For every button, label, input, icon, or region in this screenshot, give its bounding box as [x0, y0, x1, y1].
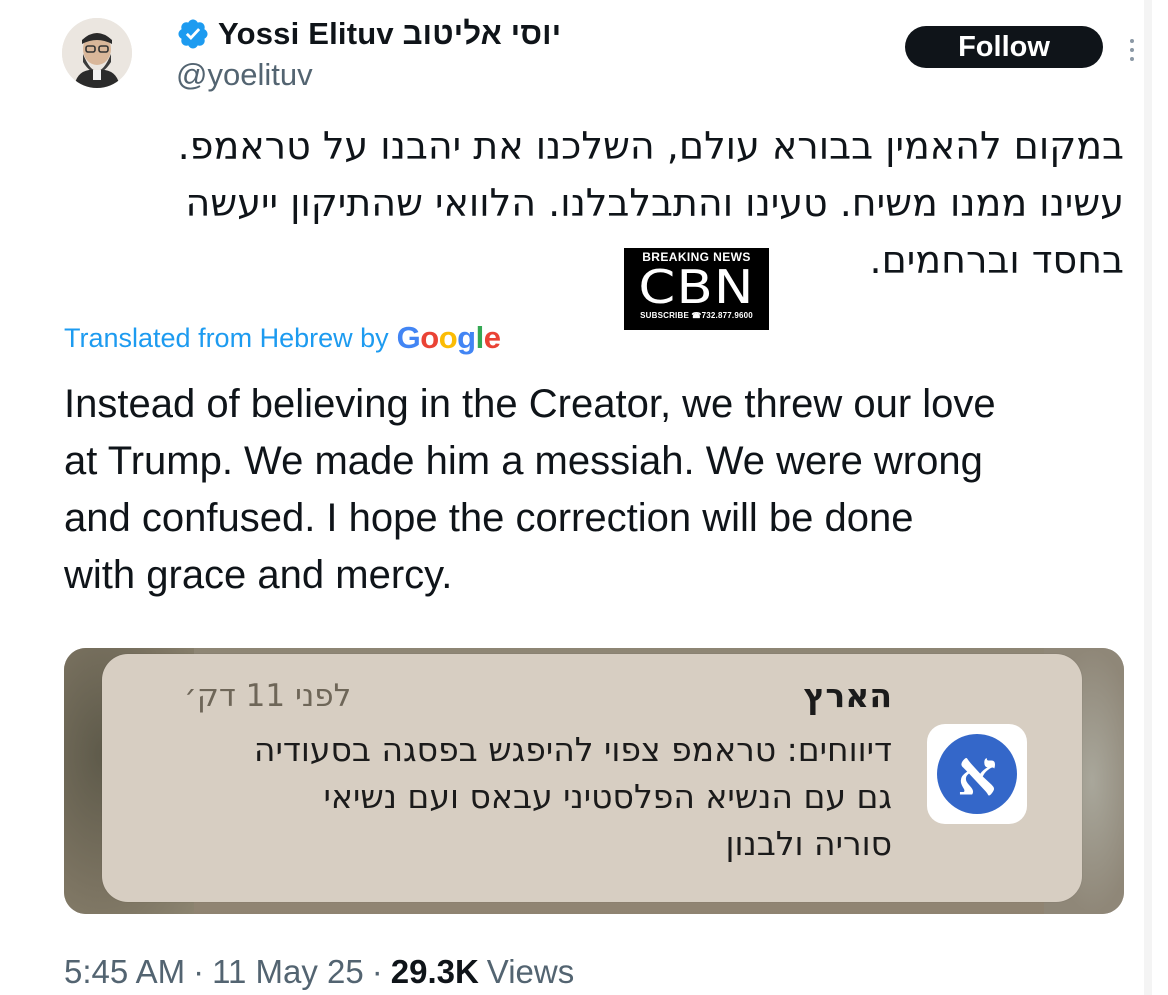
post-media-image[interactable]: לפני 11 דק׳ הארץ דיווחים: טראמפ צפוי להי… — [64, 648, 1124, 914]
translation-attribution[interactable]: Translated from Hebrew by Google — [64, 318, 501, 358]
author-name-row[interactable]: Yossi Elituv יוסי אליטוב — [176, 14, 561, 54]
verified-badge-icon — [176, 17, 210, 51]
notification-time: לפני 11 דק׳ — [184, 678, 352, 714]
tweet-page: Yossi Elituv יוסי אליטוב @yoelituv Follo… — [0, 0, 1168, 995]
notification-body: דיווחים: טראמפ צפוי להיפגש בפסגה בסעודיה… — [102, 726, 892, 867]
translation-label[interactable]: Translated from Hebrew by — [64, 323, 389, 354]
post-text-line: במקום להאמין בבורא עולם, השלכנו את יהבנו… — [177, 124, 1124, 168]
author-handle[interactable]: @yoelituv — [176, 57, 313, 93]
avatar[interactable] — [62, 18, 132, 88]
notification-body-line: סוריה ולבנון — [725, 824, 892, 863]
post-text-line: Instead of believing in the Creator, we … — [64, 382, 996, 426]
post-text-line: at Trump. We made him a messiah. We were… — [64, 439, 983, 483]
cbn-logo-main: CBN — [638, 260, 755, 314]
post-meta: 5:45 AM · 11 May 25 · 29.3K Views — [64, 950, 574, 994]
meta-separator: · — [371, 953, 383, 990]
post-text-line: בחסד וברחמים. — [869, 238, 1124, 282]
post-text-translated: Instead of believing in the Creator, we … — [64, 376, 1134, 604]
more-options-icon[interactable] — [1120, 30, 1144, 70]
cbn-logo-watermark: BREAKING NEWS CBN SUBSCRIBE ☎732.877.960… — [624, 248, 769, 330]
scrollbar[interactable] — [1144, 0, 1152, 995]
post-text-line: and confused. I hope the correction will… — [64, 496, 914, 540]
haaretz-logo-letter: א — [937, 734, 1017, 814]
post-text-line: with grace and mercy. — [64, 553, 453, 597]
views-count: 29.3K — [390, 953, 479, 990]
notification-source: הארץ — [803, 676, 892, 715]
google-logo: Google — [396, 320, 501, 355]
views-label: Views — [486, 953, 575, 990]
post-text-line: עשינו ממנו משיח. טעינו והתבלבלנו. הלוואי… — [185, 181, 1124, 225]
follow-button[interactable]: Follow — [905, 26, 1103, 68]
post-date[interactable]: 11 May 25 — [212, 953, 364, 991]
meta-separator: · — [193, 953, 205, 990]
avatar-image — [62, 18, 132, 88]
haaretz-app-icon: א — [927, 724, 1027, 824]
post-time[interactable]: 5:45 AM — [64, 953, 185, 991]
notification-body-line: דיווחים: טראמפ צפוי להיפגש בפסגה בסעודיה — [253, 730, 892, 769]
post-text-hebrew: במקום להאמין בבורא עולם, השלכנו את יהבנו… — [54, 118, 1124, 289]
author-display-name[interactable]: Yossi Elituv יוסי אליטוב — [218, 16, 561, 52]
notification-body-line: גם עם הנשיא הפלסטיני עבאס ועם נשיאי — [323, 777, 892, 816]
notification-card: לפני 11 דק׳ הארץ דיווחים: טראמפ צפוי להי… — [102, 654, 1082, 902]
